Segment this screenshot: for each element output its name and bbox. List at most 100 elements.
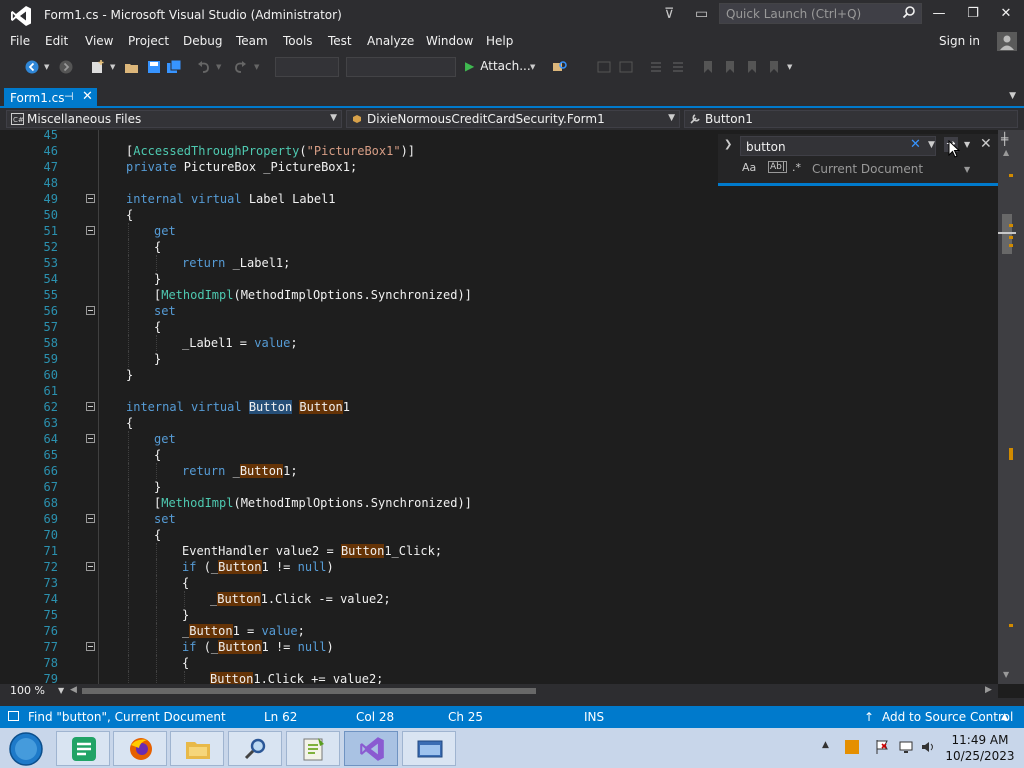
pin-icon[interactable]: ⊣ [64,90,74,103]
code-line[interactable]: 49 internal virtual Label Label1 [0,191,998,207]
navigate-back-icon[interactable] [24,59,40,75]
toolbar-overflow-icon[interactable]: ▼ [787,63,792,71]
close-window-button[interactable]: ✕ [996,6,1016,24]
action-center-flag-icon[interactable] [874,739,890,755]
match-case-icon[interactable]: Aa [742,161,756,174]
sign-in-link[interactable]: Sign in [939,34,980,48]
find-in-files-icon[interactable] [552,59,568,75]
scope-chevron-down-icon[interactable]: ▼ [964,165,970,174]
solution-platform-dropdown[interactable] [346,57,456,77]
tab-overflow-icon[interactable]: ▼ [1009,91,1016,101]
zoom-level[interactable]: 100 % [10,684,45,697]
menu-tools[interactable]: Tools [283,34,313,48]
menu-project[interactable]: Project [128,34,169,48]
code-line[interactable]: 56 set [0,303,998,319]
search-history-dropdown-icon[interactable]: ▼ [928,140,935,150]
split-window-icon[interactable]: ╪ [1001,132,1008,146]
code-line[interactable]: 72 if (_Button1 != null) [0,559,998,575]
tab-form1-cs[interactable]: Form1.cs ⊣ ✕ [4,88,97,108]
code-line[interactable]: 74 _Button1.Click -= value2; [0,591,998,607]
undo-dropdown-icon[interactable]: ▼ [216,63,221,71]
code-line[interactable]: 73 { [0,575,998,591]
new-dropdown-icon[interactable]: ▼ [110,63,115,71]
restore-button[interactable]: ❐ [963,6,983,24]
code-line[interactable]: 65 { [0,447,998,463]
back-dropdown-icon[interactable]: ▼ [44,63,49,71]
menu-edit[interactable]: Edit [45,34,68,48]
menu-help[interactable]: Help [486,34,513,48]
save-all-icon[interactable] [166,59,182,75]
save-icon[interactable] [146,59,162,75]
volume-icon[interactable] [920,739,936,755]
find-next-dropdown-icon[interactable]: ▼ [964,140,970,149]
menu-test[interactable]: Test [328,34,352,48]
clear-bookmarks-icon[interactable] [766,59,782,75]
code-line[interactable]: 51 get [0,223,998,239]
taskbar-notepad-plus-plus[interactable] [286,731,340,766]
code-line[interactable]: 59} [0,351,998,367]
code-line[interactable]: 55 [MethodImpl(MethodImplOptions.Synchron… [0,287,998,303]
taskbar-firefox[interactable] [113,731,167,766]
next-bookmark-icon[interactable] [744,59,760,75]
menu-view[interactable]: View [85,34,113,48]
expand-replace-icon[interactable]: ❯ [724,139,732,150]
code-line[interactable]: 53 return _Label1; [0,255,998,271]
close-tab-icon[interactable]: ✕ [82,89,93,104]
member-dropdown[interactable]: Button1 [684,110,1018,128]
horizontal-scrollbar[interactable]: 100 % ▼ ◀ ▶ [0,684,998,698]
network-icon[interactable] [898,739,914,755]
regex-icon[interactable]: .* [792,161,801,174]
zoom-dropdown-icon[interactable]: ▼ [58,686,64,695]
horizontal-scroll-thumb[interactable] [82,688,536,694]
new-project-icon[interactable] [90,59,106,75]
scroll-right-icon[interactable]: ▶ [985,685,992,695]
code-line[interactable]: 64 get [0,431,998,447]
taskbar-file-explorer[interactable] [170,731,224,766]
match-whole-word-icon[interactable]: Ab| [768,161,787,173]
bookmark-icon[interactable] [700,59,716,75]
collapse-region-icon[interactable] [86,434,95,443]
open-file-icon[interactable] [124,59,140,75]
scroll-down-icon[interactable]: ▼ [1003,670,1009,679]
search-scope-dropdown[interactable]: Current Document [812,162,923,176]
attach-button[interactable]: ▶ Attach... [465,59,531,73]
code-line[interactable]: 63 { [0,415,998,431]
close-find-icon[interactable]: ✕ [980,136,992,152]
code-editor[interactable]: 45 46 [AccessedThroughProperty("PictureBox… [0,130,998,684]
type-dropdown[interactable]: DixieNormousCreditCardSecurity.Form1 ▼ [346,110,680,128]
collapse-region-icon[interactable] [86,194,95,203]
code-line[interactable]: 61 [0,383,998,399]
previous-bookmark-icon[interactable] [722,59,738,75]
start-button-icon[interactable] [6,731,46,767]
scroll-left-icon[interactable]: ◀ [70,685,77,695]
uncomment-icon[interactable] [670,59,686,75]
menu-analyze[interactable]: Analyze [367,34,414,48]
code-line[interactable]: 57 { [0,319,998,335]
attach-dropdown-icon[interactable]: ▼ [530,63,535,71]
code-line[interactable]: 60} [0,367,998,383]
menu-window[interactable]: Window [426,34,473,48]
undo-icon[interactable] [196,59,212,75]
menu-team[interactable]: Team [236,34,268,48]
comment-icon[interactable] [648,59,664,75]
code-line[interactable]: 52 { [0,239,998,255]
tray-app-icon[interactable] [844,739,860,755]
code-line[interactable]: 66 return _Button1; [0,463,998,479]
menu-debug[interactable]: Debug [183,34,222,48]
navigate-forward-icon[interactable] [58,59,74,75]
source-control-expand-icon[interactable]: ▲ [1001,712,1008,722]
scroll-up-icon[interactable]: ▲ [1003,148,1009,157]
system-clock[interactable]: 11:49 AM 10/25/2023 [944,732,1016,764]
collapse-region-icon[interactable] [86,226,95,235]
code-line[interactable]: 50 { [0,207,998,223]
code-line[interactable]: 78 { [0,655,998,671]
code-line[interactable]: 68 [MethodImpl(MethodImplOptions.Synchron… [0,495,998,511]
taskbar-sheets-app[interactable] [56,731,110,766]
code-line[interactable]: 70 { [0,527,998,543]
redo-icon[interactable] [232,59,248,75]
feedback-icon[interactable]: ▭ [695,6,708,22]
redo-dropdown-icon[interactable]: ▼ [254,63,259,71]
project-dropdown[interactable]: C# Miscellaneous Files ▼ [6,110,342,128]
code-line[interactable]: 75} [0,607,998,623]
code-line[interactable]: 67} [0,479,998,495]
